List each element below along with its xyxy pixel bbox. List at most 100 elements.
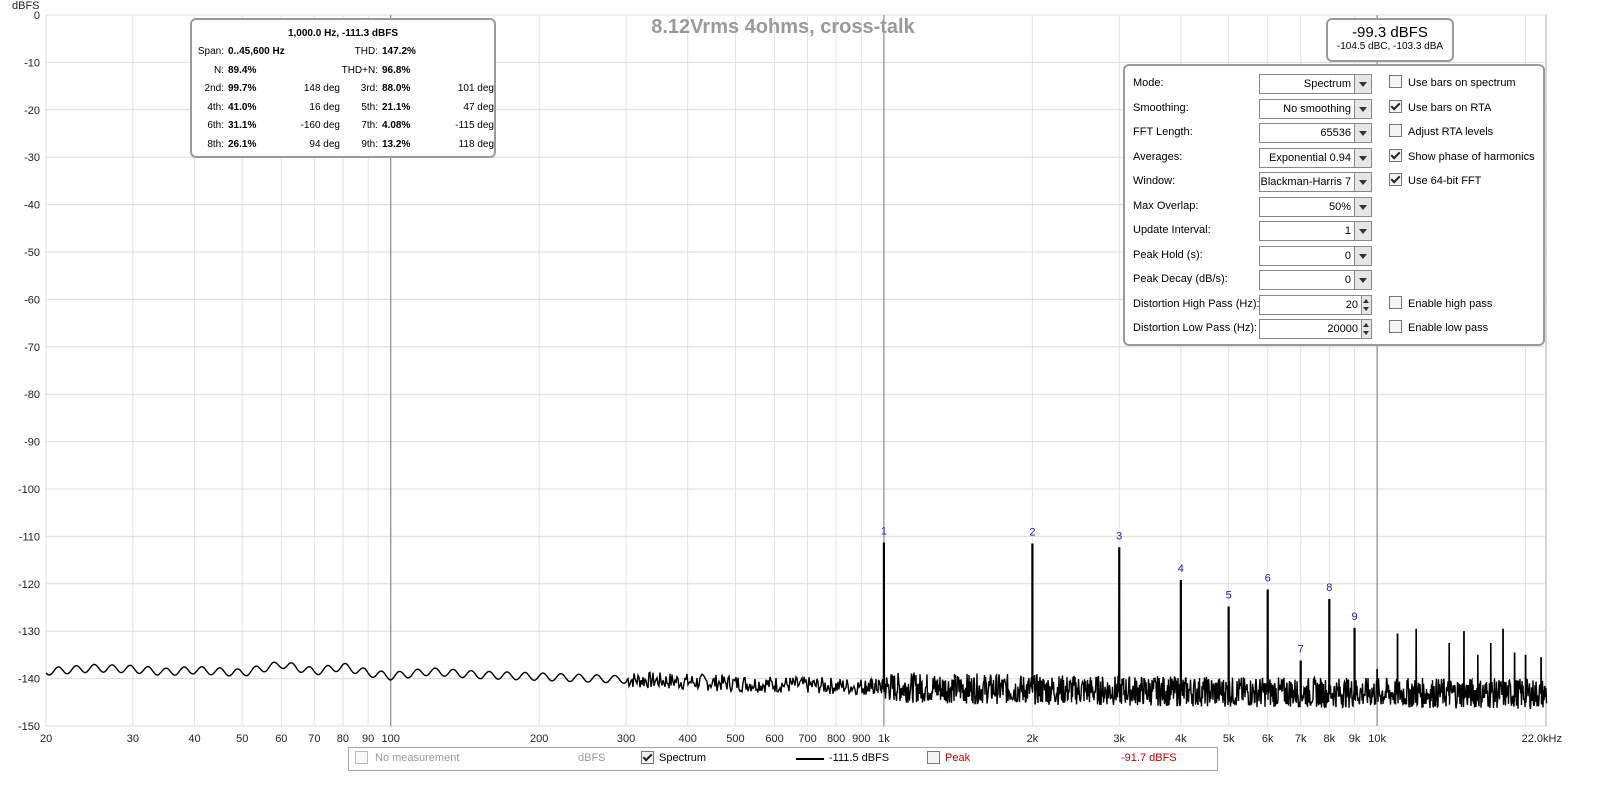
checkbox-icon[interactable]	[1389, 320, 1402, 333]
checkbox-label: Use bars on spectrum	[1408, 77, 1516, 89]
x-tick-label: 500	[726, 733, 744, 745]
info-value: 31.1%	[228, 120, 257, 132]
checkbox-label: Enable high pass	[1408, 297, 1493, 310]
checkbox-icon[interactable]	[1389, 75, 1402, 88]
x-tick-label: 20	[40, 733, 52, 745]
x-tick-label: 40	[188, 733, 200, 745]
setting-dropdown[interactable]: Blackman-Harris 7	[1259, 172, 1372, 192]
setting-dropdown[interactable]: 1	[1259, 221, 1372, 241]
setting-dropdown[interactable]: Spectrum	[1259, 74, 1372, 94]
info-phase: 101 deg	[457, 83, 494, 95]
setting-spinbox[interactable]: 20000	[1259, 319, 1372, 339]
checkbox-icon[interactable]	[1389, 148, 1402, 162]
x-tick-label: 100	[382, 733, 400, 745]
x-tick-label: 3k	[1113, 733, 1125, 745]
info-key: THD+N:	[341, 64, 378, 76]
level-sub: -104.5 dBC, -103.3 dBA	[1336, 41, 1444, 52]
setting-value: No smoothing	[1283, 102, 1351, 115]
info-phase: 47 deg	[463, 101, 494, 113]
setting-checkbox[interactable]: Adjust RTA levels	[1389, 122, 1493, 142]
setting-dropdown[interactable]: 50%	[1259, 196, 1372, 217]
setting-checkbox[interactable]: Use bars on spectrum	[1389, 73, 1516, 93]
setting-label: Peak Hold (s):	[1133, 248, 1203, 261]
info-key: 2nd:	[204, 83, 224, 95]
peak-checkbox[interactable]	[927, 751, 946, 765]
setting-label: Smoothing:	[1133, 101, 1189, 114]
setting-dropdown[interactable]: 65536	[1259, 123, 1372, 143]
chevron-down-icon[interactable]	[1354, 124, 1371, 142]
setting-value: Exponential 0.94	[1269, 151, 1351, 164]
info-header: 1,000.0 Hz, -111.3 dBFS	[287, 28, 399, 39]
checkbox-icon[interactable]	[1389, 295, 1402, 309]
info-key: Span:	[197, 46, 224, 57]
chevron-down-icon[interactable]	[1354, 148, 1371, 167]
info-key: N:	[214, 64, 224, 76]
spin-arrows-icon[interactable]	[1361, 295, 1371, 314]
setting-label: Mode:	[1133, 77, 1164, 89]
setting-value: Blackman-Harris 7	[1260, 176, 1351, 188]
harmonic-label: 2	[1029, 527, 1035, 539]
setting-checkbox[interactable]: Use bars on RTA	[1389, 98, 1491, 118]
chevron-down-icon[interactable]	[1354, 99, 1371, 118]
x-tick-label: 30	[127, 733, 139, 745]
peak-legend-label: Peak	[945, 752, 971, 764]
info-value: 96.8%	[382, 64, 411, 76]
setting-value: 0	[1344, 274, 1351, 286]
x-tick-label: 90	[362, 733, 374, 745]
checkbox-icon[interactable]	[1389, 173, 1402, 186]
x-tick-label: 2k	[1027, 733, 1039, 745]
harmonic-label: 8	[1326, 582, 1332, 594]
setting-dropdown[interactable]: Exponential 0.94	[1259, 147, 1372, 168]
setting-value: 65536	[1320, 127, 1351, 139]
harmonic-label: 6	[1265, 572, 1271, 584]
chevron-down-icon[interactable]	[1354, 271, 1371, 289]
x-tick-label: 400	[678, 733, 696, 745]
info-phase: -115 deg	[455, 120, 494, 132]
setting-checkbox[interactable]: Use 64-bit FFT	[1389, 171, 1481, 191]
spectrum-checkbox[interactable]	[641, 751, 660, 765]
checkbox-label: Enable low pass	[1408, 322, 1489, 334]
harmonic-label: 7	[1298, 644, 1304, 656]
checkbox-label: Use 64-bit FFT	[1408, 175, 1482, 187]
x-tick-label: 4k	[1175, 733, 1187, 745]
chevron-down-icon[interactable]	[1354, 222, 1371, 240]
spin-arrows-icon[interactable]	[1361, 320, 1371, 338]
chevron-down-icon[interactable]	[1354, 173, 1371, 191]
checkbox-label: Adjust RTA levels	[1408, 126, 1494, 138]
info-key: 9th:	[361, 139, 378, 150]
setting-dropdown[interactable]: No smoothing	[1259, 98, 1372, 119]
info-value: 88.0%	[382, 83, 411, 95]
chevron-down-icon[interactable]	[1354, 75, 1371, 93]
y-tick-label: -130	[18, 626, 40, 638]
checkbox-icon[interactable]	[1389, 99, 1402, 113]
x-tick-label: 1k	[878, 733, 890, 745]
y-tick-label: -90	[24, 437, 40, 449]
setting-checkbox[interactable]: Show phase of harmonics	[1389, 147, 1535, 167]
setting-dropdown[interactable]: 0	[1259, 270, 1372, 290]
y-tick-label: -40	[24, 200, 40, 212]
y-tick-label: -70	[24, 342, 40, 354]
setting-checkbox[interactable]: Enable low pass	[1389, 318, 1488, 338]
setting-checkbox[interactable]: Enable high pass	[1389, 294, 1492, 314]
x-tick-label: 600	[765, 733, 783, 745]
level-readout-panel: -99.3 dBFS -104.5 dBC, -103.3 dBA	[1326, 18, 1454, 62]
setting-label: Distortion High Pass (Hz):	[1133, 297, 1260, 310]
setting-dropdown[interactable]: 0	[1259, 245, 1372, 266]
setting-label: Max Overlap:	[1133, 199, 1199, 212]
checkbox-icon[interactable]	[1389, 124, 1402, 137]
harmonic-label: 1	[881, 526, 887, 538]
setting-spinbox[interactable]: 20	[1259, 294, 1372, 315]
y-tick-label: -20	[24, 105, 40, 117]
y-tick-label: -140	[18, 674, 40, 686]
x-tick-label: 800	[827, 733, 845, 745]
y-tick-label: -30	[24, 152, 40, 164]
info-phase: 118 deg	[458, 139, 494, 150]
chevron-down-icon[interactable]	[1354, 246, 1371, 265]
chart-title: 8.12Vrms 4ohms, cross-talk	[651, 16, 915, 38]
info-value: 21.1%	[382, 101, 411, 113]
chevron-down-icon[interactable]	[1354, 197, 1371, 216]
y-tick-label: -110	[19, 531, 40, 543]
no-measurement-checkbox[interactable]	[355, 751, 374, 765]
info-value: 41.0%	[228, 101, 257, 113]
legend-unit: dBFS	[578, 752, 606, 764]
